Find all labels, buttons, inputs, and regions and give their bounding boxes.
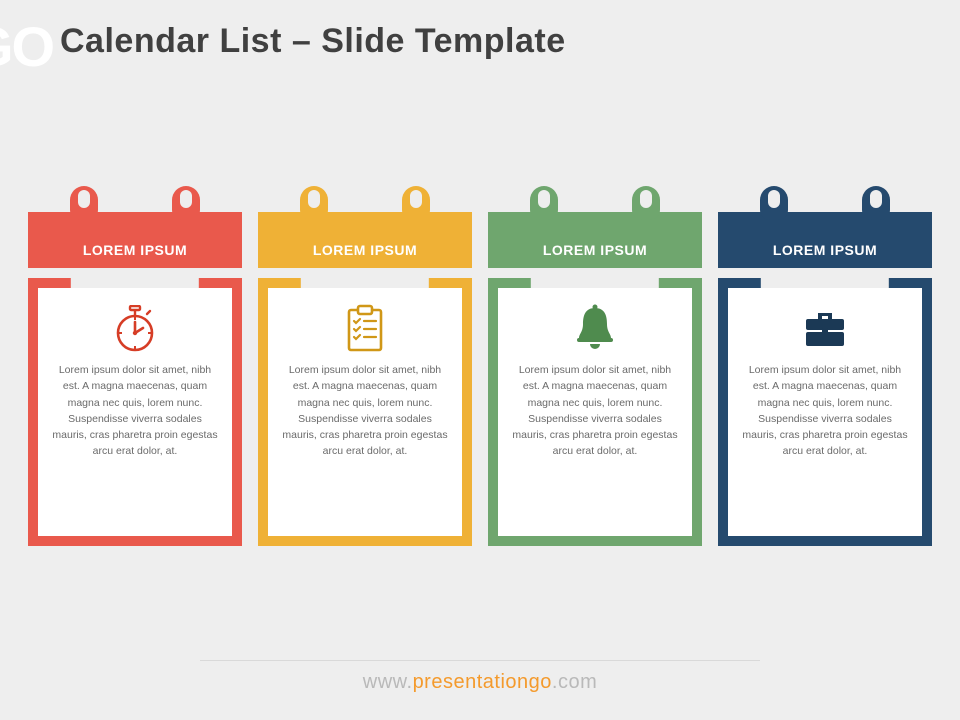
frame-notch — [531, 278, 659, 288]
card-description: Lorem ipsum dolor sit amet, nibh est. A … — [740, 362, 910, 460]
calendar-card: LOREM IPSUM Lorem ipsum dolor sit amet, … — [488, 198, 702, 546]
card-header-bg — [258, 212, 472, 268]
card-body-frame: Lorem ipsum dolor sit amet, nibh est. A … — [258, 278, 472, 546]
card-inner: Lorem ipsum dolor sit amet, nibh est. A … — [498, 288, 692, 536]
slide-title: Calendar List – Slide Template — [60, 22, 566, 61]
card-label: LOREM IPSUM — [313, 242, 417, 258]
card-inner: Lorem ipsum dolor sit amet, nibh est. A … — [38, 288, 232, 536]
card-header: LOREM IPSUM — [28, 198, 242, 268]
card-header-bg — [28, 212, 242, 268]
card-inner: Lorem ipsum dolor sit amet, nibh est. A … — [268, 288, 462, 536]
card-description: Lorem ipsum dolor sit amet, nibh est. A … — [50, 362, 220, 460]
binder-ring-icon — [300, 186, 328, 220]
footer-url: www.presentationgo.com — [0, 671, 960, 694]
card-description: Lorem ipsum dolor sit amet, nibh est. A … — [510, 362, 680, 460]
card-label: LOREM IPSUM — [83, 242, 187, 258]
card-body-frame: Lorem ipsum dolor sit amet, nibh est. A … — [488, 278, 702, 546]
card-inner: Lorem ipsum dolor sit amet, nibh est. A … — [728, 288, 922, 536]
binder-ring-icon — [530, 186, 558, 220]
card-header-bg — [718, 212, 932, 268]
card-header: LOREM IPSUM — [488, 198, 702, 268]
card-description: Lorem ipsum dolor sit amet, nibh est. A … — [280, 362, 450, 460]
card-header: LOREM IPSUM — [258, 198, 472, 268]
cards-row: LOREM IPSUM — [28, 198, 932, 546]
briefcase-icon — [800, 302, 850, 356]
binder-ring-icon — [632, 186, 660, 220]
checklist-icon — [343, 302, 387, 356]
footer: www.presentationgo.com — [0, 660, 960, 694]
binder-ring-icon — [70, 186, 98, 220]
binder-ring-icon — [402, 186, 430, 220]
card-header: LOREM IPSUM — [718, 198, 932, 268]
frame-notch — [761, 278, 889, 288]
frame-notch — [301, 278, 429, 288]
card-body-frame: Lorem ipsum dolor sit amet, nibh est. A … — [28, 278, 242, 546]
binder-ring-icon — [862, 186, 890, 220]
card-header-bg — [488, 212, 702, 268]
binder-ring-icon — [760, 186, 788, 220]
bell-icon — [572, 302, 618, 356]
logo-fragment: GO — [0, 14, 53, 79]
stopwatch-icon — [111, 302, 159, 356]
footer-divider — [200, 660, 760, 661]
calendar-card: LOREM IPSUM — [258, 198, 472, 546]
footer-www: www. — [363, 671, 413, 693]
calendar-card: LOREM IPSUM — [28, 198, 242, 546]
card-label: LOREM IPSUM — [543, 242, 647, 258]
frame-notch — [71, 278, 199, 288]
slide: GO Calendar List – Slide Template LOREM … — [0, 0, 960, 720]
card-body-frame: Lorem ipsum dolor sit amet, nibh est. A … — [718, 278, 932, 546]
card-label: LOREM IPSUM — [773, 242, 877, 258]
calendar-card: LOREM IPSUM Lorem ipsum dolor sit amet, … — [718, 198, 932, 546]
binder-ring-icon — [172, 186, 200, 220]
footer-brand: presentationgo — [413, 671, 552, 693]
footer-tld: .com — [552, 671, 597, 693]
